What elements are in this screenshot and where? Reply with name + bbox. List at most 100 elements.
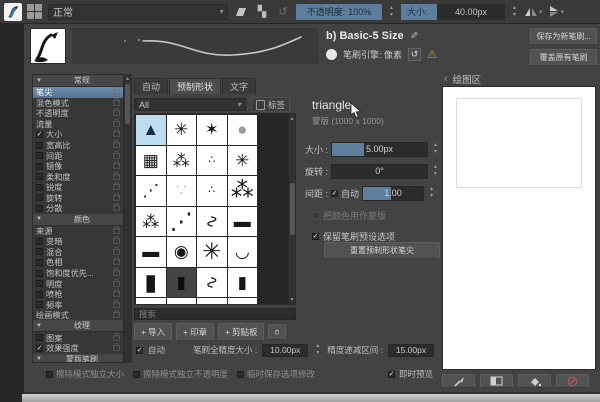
spin-down-icon[interactable]: ▾ — [434, 149, 437, 156]
spin-up-icon[interactable]: ▴ — [513, 5, 516, 12]
spin-up-icon[interactable]: ▴ — [390, 5, 393, 12]
blending-mode-dropdown[interactable]: 正常 ▾ — [48, 3, 228, 20]
krita-logo-icon[interactable] — [4, 2, 22, 21]
brush-tip-cell[interactable]: ∵ — [166, 176, 196, 206]
preserve-alpha-icon[interactable]: ▚ — [254, 4, 270, 20]
tip-spacing-spinner[interactable]: ▴ ▾ — [427, 185, 436, 201]
brush-tip-cell[interactable]: ⋰ — [166, 206, 196, 236]
collapse-icon[interactable]: ▼ — [36, 78, 42, 84]
brush-tip-cell[interactable]: ∴ — [197, 145, 227, 175]
spin-up-icon[interactable]: ▴ — [434, 164, 437, 171]
option-checkbox[interactable] — [36, 183, 43, 191]
collapse-icon[interactable]: ▼ — [36, 216, 42, 222]
instant-preview-checkbox[interactable]: ✓ — [388, 370, 395, 378]
spin-up-icon[interactable]: ▴ — [430, 186, 433, 193]
brush-tip-cell[interactable]: ▤ — [136, 298, 166, 304]
option-checkbox[interactable] — [36, 194, 43, 202]
options-section-header[interactable]: ▼ 常规 — [33, 75, 123, 87]
tip-spacing-slider[interactable]: 1.00 — [362, 185, 425, 201]
option-checkbox[interactable] — [36, 141, 43, 149]
opacity-slider[interactable]: 不透明度: 100% — [296, 3, 382, 20]
brush-tip-tab-1[interactable]: 预制形状 — [169, 78, 222, 94]
fade-field[interactable]: 15.00px — [387, 343, 434, 357]
option-checkbox[interactable] — [36, 162, 43, 170]
tip-rotation-spinner[interactable]: ▴ ▾ — [431, 163, 440, 179]
brush-tip-cell[interactable]: ▬ — [227, 206, 257, 236]
opacity-spinner[interactable]: ▴ ▾ — [387, 4, 396, 20]
scratchpad-fill-gradient-button[interactable] — [480, 374, 513, 388]
scrollbar-thumb[interactable] — [125, 84, 130, 124]
brush-tip-cell[interactable]: ▮ — [166, 267, 196, 297]
save-new-brush-button[interactable]: 保存为新笔刷... — [530, 28, 597, 45]
brush-tip-cell[interactable]: ⋰ — [136, 176, 166, 206]
stamp-button[interactable]: + 印章 — [175, 323, 214, 341]
spin-down-icon[interactable]: ▾ — [390, 12, 393, 19]
brush-tip-cell[interactable]: ⁂ — [227, 176, 257, 206]
scratchpad-canvas[interactable] — [442, 86, 596, 370]
brush-tip-cell[interactable]: ⁂ — [166, 145, 196, 175]
spin-down-icon[interactable]: ▾ — [316, 350, 319, 357]
spin-up-icon[interactable]: ▴ — [316, 343, 319, 350]
chevron-down-icon[interactable]: ▾ — [539, 8, 543, 16]
option-checkbox[interactable] — [36, 204, 43, 212]
collapse-icon[interactable]: ▼ — [36, 323, 42, 329]
chevron-down-icon[interactable]: ▾ — [561, 8, 565, 16]
brush-tip-cell[interactable]: ● — [227, 115, 257, 145]
spin-up-icon[interactable]: ▴ — [434, 142, 437, 149]
scroll-up-icon[interactable]: ▴ — [126, 75, 129, 82]
tip-size-spinner[interactable]: ▴ ▾ — [431, 141, 440, 157]
scroll-down-icon[interactable]: ▾ — [290, 296, 293, 303]
spin-down-icon[interactable]: ▾ — [513, 12, 516, 19]
option-checkbox[interactable] — [36, 237, 43, 245]
use-color-mask-checkbox[interactable] — [312, 212, 319, 219]
brush-tip-cell[interactable]: ✶ — [197, 115, 227, 145]
workspace-chooser-button[interactable] — [27, 3, 43, 20]
scratchpad-clear-button[interactable] — [556, 374, 589, 388]
scratchpad-paint-button[interactable] — [442, 374, 475, 388]
option-checkbox[interactable] — [36, 301, 43, 309]
options-section-header[interactable]: ▼ 颜色 — [33, 213, 123, 226]
brush-tip-cell[interactable]: ▲ — [136, 115, 166, 145]
edit-name-icon[interactable]: ✎ — [410, 31, 418, 42]
option-checkbox[interactable]: ✓ — [36, 130, 43, 138]
option-checkbox[interactable] — [36, 269, 43, 277]
spin-down-icon[interactable]: ▾ — [434, 171, 437, 178]
scrollbar-thumb[interactable] — [289, 183, 295, 235]
size-spinner[interactable]: ▴ ▾ — [510, 4, 519, 20]
options-section-header[interactable]: ▼ 纹理 — [33, 320, 123, 333]
brush-tip-cell[interactable]: ∴ — [197, 176, 227, 206]
brush-tip-cell[interactable]: ✳ — [197, 237, 227, 267]
eraser-mode-icon[interactable] — [233, 4, 249, 20]
full-size-field[interactable]: 10.00px — [262, 343, 309, 357]
option-item[interactable]: ✓ 效果强度 — [33, 343, 123, 354]
brush-tip-cell[interactable]: ⁂ — [136, 206, 166, 236]
brush-tip-tab-2[interactable]: 文字 — [222, 78, 257, 94]
clipboard-button[interactable]: + 剪贴板 — [217, 323, 265, 341]
option-checkbox[interactable] — [36, 258, 43, 266]
auto-spacing-checkbox[interactable]: ✓ — [331, 189, 338, 197]
eraser-opacity-checkbox[interactable] — [133, 370, 141, 378]
scratchpad-fill-background-button[interactable] — [518, 374, 551, 388]
option-checkbox[interactable]: ✓ — [36, 344, 43, 352]
auto-precision-checkbox[interactable]: ✓ — [136, 346, 143, 354]
brush-tip-cell[interactable]: ∿ — [197, 267, 227, 297]
brush-tip-cell[interactable]: ◉ — [166, 237, 196, 267]
mirror-horizontal-button[interactable]: ▾ — [524, 6, 543, 17]
options-scrollbar[interactable]: ▴ — [123, 75, 131, 362]
collapse-icon[interactable]: ▼ — [36, 356, 42, 362]
brush-tip-cell[interactable]: ▮ — [136, 267, 166, 297]
brush-tip-cell[interactable]: ▦ — [136, 145, 166, 175]
brush-tip-cell[interactable]: ✳ — [166, 115, 196, 145]
mirror-vertical-button[interactable]: ▾ — [548, 5, 565, 18]
option-checkbox[interactable] — [36, 334, 43, 342]
brush-tip-cell[interactable]: ✶ — [227, 298, 257, 304]
full-size-spinner[interactable]: ▴ ▾ — [313, 342, 322, 358]
grid-scrollbar[interactable]: ▴ ▾ — [288, 114, 295, 304]
options-section-header[interactable]: ▼ 蒙版笔刷 — [33, 353, 123, 362]
tag-filter-dropdown[interactable]: All ▾ — [134, 98, 246, 111]
scroll-up-icon[interactable]: ▴ — [290, 115, 293, 122]
brush-tip-cell[interactable]: ◡ — [227, 237, 257, 267]
brush-tip-cell[interactable]: ▬ — [136, 237, 166, 267]
tag-button[interactable]: 标签 — [251, 97, 291, 112]
option-checkbox[interactable] — [36, 173, 43, 181]
